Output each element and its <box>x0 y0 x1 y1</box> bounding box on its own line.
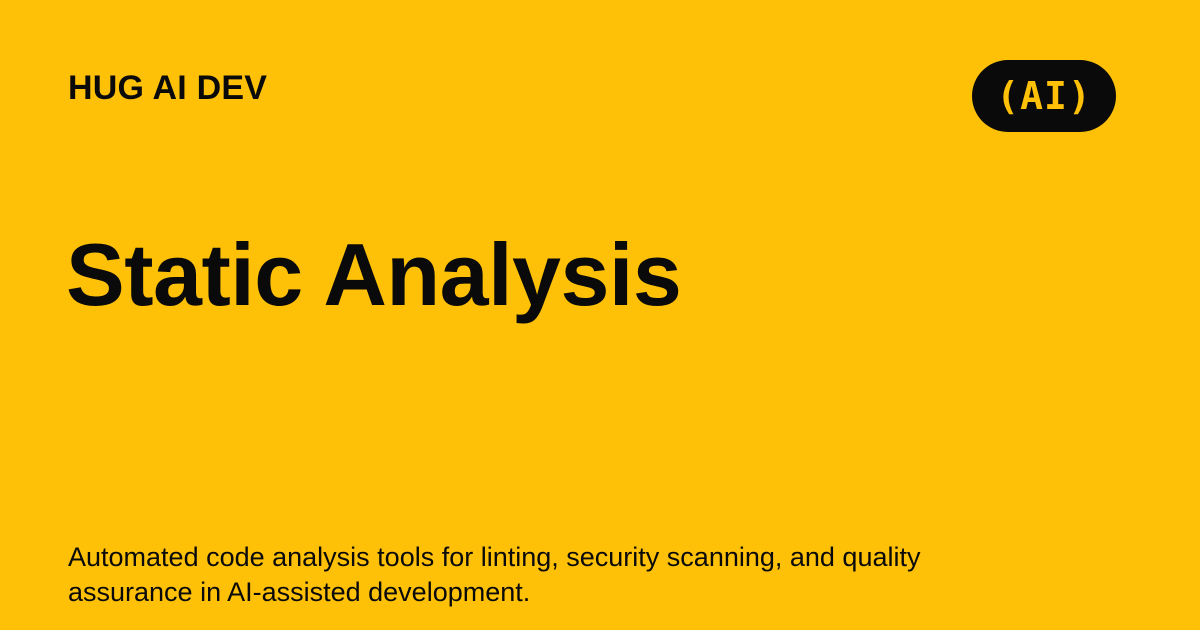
page-title: Static Analysis <box>66 224 682 324</box>
brand-name: HUG AI DEV <box>68 69 268 107</box>
ai-logo-icon: (AI) <box>972 60 1116 132</box>
social-card: HUG AI DEV (AI) Static Analysis Automate… <box>0 0 1200 630</box>
page-description: Automated code analysis tools for lintin… <box>68 542 921 607</box>
logo-text: (AI) <box>996 74 1092 118</box>
